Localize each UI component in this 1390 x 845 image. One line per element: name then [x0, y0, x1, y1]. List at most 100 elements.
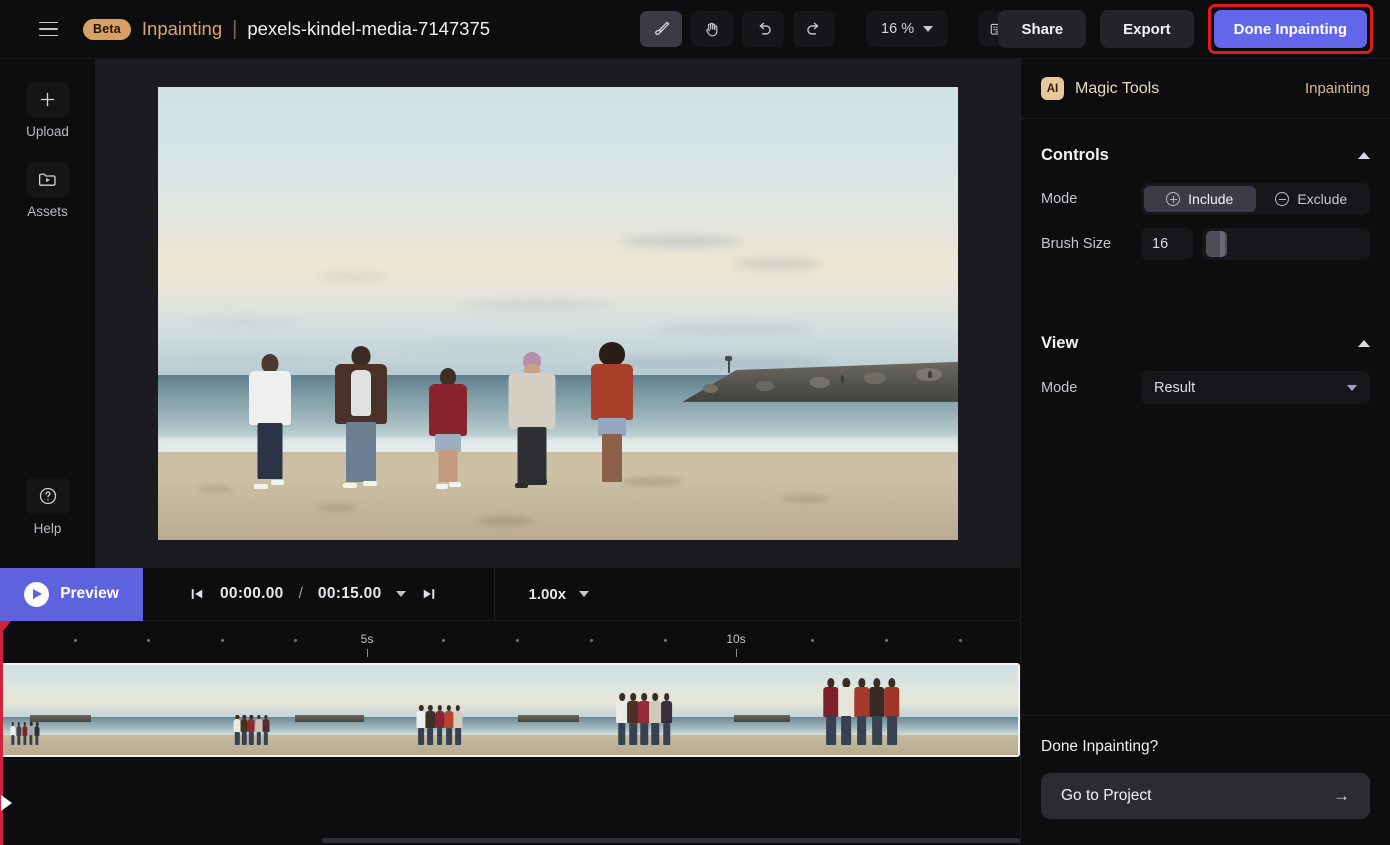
- share-button[interactable]: Share: [998, 10, 1087, 48]
- ruler-tick-dot: [590, 639, 593, 642]
- panel-subtitle: Inpainting: [1304, 80, 1370, 97]
- sand-texture: [782, 494, 830, 502]
- panel-spacer: [1021, 417, 1390, 715]
- thumbnail-jetty: [30, 714, 92, 722]
- view-section-header[interactable]: View: [1041, 315, 1370, 371]
- left-sidebar: Upload Assets Help: [0, 59, 96, 568]
- thumbnail-person: [660, 693, 673, 746]
- beacon-pole: [728, 359, 730, 373]
- pan-tool[interactable]: [691, 11, 734, 47]
- time-dropdown-chevron-down-icon[interactable]: [395, 591, 406, 597]
- controls-section-title: Controls: [1041, 145, 1109, 164]
- chevron-up-icon[interactable]: [1358, 339, 1370, 347]
- mode-label: Mode: [1041, 191, 1078, 207]
- distant-person: [841, 374, 845, 383]
- mode-segmented-control: Include Exclude: [1141, 183, 1370, 215]
- mode-exclude-option[interactable]: Exclude: [1256, 186, 1368, 212]
- tool-group: 16 %: [640, 11, 1022, 47]
- chevron-up-icon[interactable]: [1358, 151, 1370, 159]
- preview-button[interactable]: Preview: [0, 567, 143, 621]
- timeline-clip[interactable]: [0, 663, 1020, 757]
- jetty-rock: [810, 376, 830, 388]
- sidebar-item-help[interactable]: Help: [12, 478, 84, 536]
- mode-exclude-label: Exclude: [1297, 191, 1348, 207]
- app-root: Beta Inpainting | pexels-kindel-media-71…: [0, 0, 1390, 845]
- beacon-light: [725, 356, 733, 362]
- sidebar-item-label-help: Help: [33, 521, 62, 536]
- canvas-area[interactable]: [96, 59, 1020, 568]
- export-button[interactable]: Export: [1100, 10, 1194, 48]
- playback-bar: Preview 00:00.00 / 00:15.00 1.00x: [0, 567, 1020, 621]
- go-to-project-label: Go to Project: [1061, 787, 1152, 804]
- thumbnail-person: [22, 722, 28, 746]
- go-to-project-button[interactable]: Go to Project →: [1041, 773, 1370, 819]
- transport-controls: 00:00.00 / 00:15.00: [188, 585, 438, 603]
- beta-badge: Beta: [83, 18, 131, 40]
- ruler-tick-dot: [442, 639, 445, 642]
- sidebar-item-label-assets: Assets: [27, 204, 68, 219]
- timeline-scrollbar[interactable]: [0, 838, 1020, 843]
- view-section: View Mode Result: [1021, 307, 1390, 417]
- person-head: [351, 345, 371, 366]
- arrow-right-icon: →: [1333, 786, 1350, 805]
- person-shoe: [343, 482, 357, 488]
- sky-layer: [158, 87, 958, 375]
- thumbnail-person: [262, 714, 270, 746]
- brush-size-slider[interactable]: [1202, 228, 1370, 260]
- brush-tool[interactable]: [640, 11, 683, 47]
- playhead-marker[interactable]: [1, 795, 12, 811]
- scrollbar-thumb[interactable]: [322, 838, 1020, 843]
- timeline[interactable]: 5s 10s: [0, 621, 1020, 845]
- track-divider: [0, 759, 1020, 760]
- slider-thumb[interactable]: [1206, 231, 1227, 257]
- chevron-down-icon: [579, 591, 590, 597]
- timeline-ruler[interactable]: 5s 10s: [0, 621, 1020, 661]
- playhead[interactable]: [0, 621, 11, 845]
- filmstrip-thumbnail: [205, 665, 409, 755]
- person-figure: [333, 345, 389, 488]
- brush-size-input[interactable]: 16: [1141, 228, 1193, 260]
- skip-to-end-button[interactable]: [420, 585, 438, 603]
- person-figure: [588, 341, 636, 488]
- video-preview-frame[interactable]: [158, 87, 958, 540]
- ai-badge: AI: [1041, 77, 1064, 100]
- ruler-tick-line: [736, 649, 737, 657]
- sidebar-item-upload[interactable]: Upload: [12, 81, 84, 139]
- person-shirt: [351, 369, 371, 416]
- playback-speed-control[interactable]: 1.00x: [493, 567, 590, 621]
- right-panel: AI Magic Tools Inpainting Controls Mode …: [1020, 59, 1390, 845]
- thumbnail-person: [869, 677, 885, 746]
- thumbnail-person: [884, 677, 900, 746]
- person-hair: [599, 341, 625, 366]
- plus-icon: [26, 81, 69, 117]
- ruler-tick-dot: [294, 639, 297, 642]
- view-mode-value: Result: [1154, 379, 1196, 396]
- zoom-level-control[interactable]: 16 %: [866, 11, 949, 47]
- cloud: [190, 318, 300, 327]
- cloud: [398, 340, 598, 351]
- done-inpainting-button[interactable]: Done Inpainting: [1213, 10, 1367, 48]
- mode-include-option[interactable]: Include: [1144, 186, 1256, 212]
- view-mode-label: Mode: [1041, 379, 1078, 396]
- thumbnail-person: [10, 722, 16, 746]
- cloud: [462, 299, 612, 309]
- ruler-tick-dot: [74, 639, 77, 642]
- time-separator: /: [298, 585, 303, 602]
- hamburger-icon[interactable]: [31, 12, 65, 46]
- ruler-tick-dot: [811, 639, 814, 642]
- sidebar-item-assets[interactable]: Assets: [12, 161, 84, 219]
- person-figure: [506, 351, 558, 488]
- current-time: 00:00.00: [220, 585, 284, 602]
- ruler-tick-dot: [885, 639, 888, 642]
- thumbnail-jetty: [518, 714, 580, 722]
- skip-to-start-button[interactable]: [188, 585, 206, 603]
- view-mode-select[interactable]: Result: [1141, 371, 1370, 404]
- person-shoe: [534, 478, 547, 484]
- filmstrip-thumbnail: [408, 665, 612, 755]
- thumbnail-person: [853, 677, 870, 746]
- sand-texture: [318, 503, 358, 511]
- undo-button[interactable]: [742, 11, 785, 47]
- controls-section-header[interactable]: Controls: [1041, 127, 1370, 183]
- redo-button[interactable]: [793, 11, 836, 47]
- ruler-tick-dot: [664, 639, 667, 642]
